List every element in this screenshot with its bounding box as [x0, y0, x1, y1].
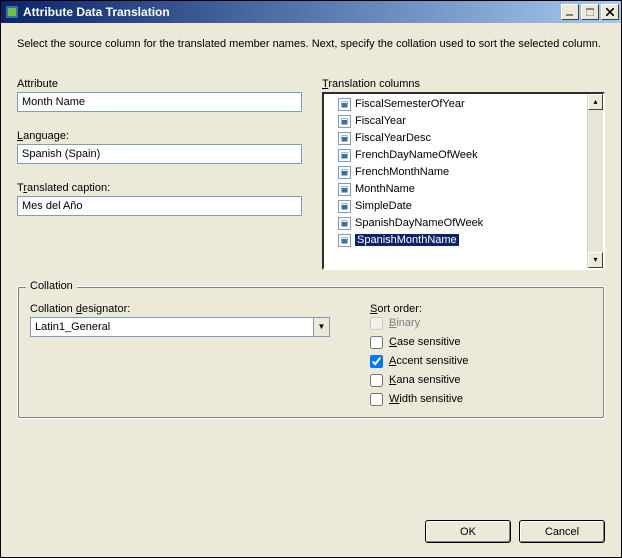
collation-group: Collation Collation designator: ▼ Sort o…: [17, 286, 605, 419]
column-icon: [338, 149, 351, 162]
ok-button[interactable]: OK: [425, 520, 511, 543]
column-icon: [338, 183, 351, 196]
left-column: Attribute Language: Translated caption:: [17, 78, 302, 270]
collation-legend: Collation: [26, 280, 77, 292]
collation-designator-label: Collation designator:: [30, 303, 330, 315]
binary-label: Binary: [389, 317, 420, 329]
accent-sensitive-checkbox[interactable]: Accent sensitive: [370, 355, 469, 368]
list-item[interactable]: SpanishMonthName: [324, 232, 587, 249]
case-sensitive-label: Case sensitive: [389, 336, 461, 348]
kana-sensitive-checkbox[interactable]: Kana sensitive: [370, 374, 469, 387]
collation-designator-combo[interactable]: ▼: [30, 317, 330, 337]
column-icon: [338, 217, 351, 230]
kana-sensitive-label: Kana sensitive: [389, 374, 461, 386]
list-item[interactable]: FiscalSemesterOfYear: [324, 96, 587, 113]
content-area: Select the source column for the transla…: [1, 23, 621, 508]
list-item[interactable]: FiscalYearDesc: [324, 130, 587, 147]
list-item[interactable]: MonthName: [324, 181, 587, 198]
maximize-button[interactable]: [581, 4, 599, 20]
binary-checkbox: Binary: [370, 317, 469, 330]
titlebar-buttons: [561, 4, 619, 20]
list-item-label: FrenchMonthName: [355, 166, 449, 178]
list-item-label: SpanishMonthName: [355, 234, 459, 246]
attribute-label: Attribute: [17, 78, 302, 90]
instruction-text: Select the source column for the transla…: [17, 37, 605, 52]
combo-dropdown-icon[interactable]: ▼: [313, 318, 329, 336]
minimize-button[interactable]: [561, 4, 579, 20]
translation-columns-list[interactable]: FiscalSemesterOfYear FiscalYear FiscalYear…: [322, 92, 605, 270]
dialog-window: Attribute Data Translation Select the so…: [0, 0, 622, 558]
list-scrollbar[interactable]: ▴ ▾: [587, 94, 603, 268]
sort-order-label: Sort order:: [370, 303, 469, 315]
list-item[interactable]: FrenchDayNameOfWeek: [324, 147, 587, 164]
list-item[interactable]: SpanishDayNameOfWeek: [324, 215, 587, 232]
list-item-label: MonthName: [355, 183, 415, 195]
right-column: Translation columns FiscalSemesterOfYear…: [322, 78, 605, 270]
accent-sensitive-input[interactable]: [370, 355, 383, 368]
main-columns: Attribute Language: Translated caption: …: [17, 78, 605, 270]
column-icon: [338, 132, 351, 145]
window-title: Attribute Data Translation: [23, 5, 561, 19]
cancel-button[interactable]: Cancel: [519, 520, 605, 543]
collation-designator-value[interactable]: [31, 318, 313, 336]
width-sensitive-label: Width sensitive: [389, 393, 463, 405]
kana-sensitive-input[interactable]: [370, 374, 383, 387]
width-sensitive-input[interactable]: [370, 393, 383, 406]
list-item[interactable]: SimpleDate: [324, 198, 587, 215]
column-icon: [338, 166, 351, 179]
list-item-label: FrenchDayNameOfWeek: [355, 149, 478, 161]
dialog-footer: OK Cancel: [1, 508, 621, 557]
column-icon: [338, 98, 351, 111]
column-icon: [338, 200, 351, 213]
case-sensitive-input[interactable]: [370, 336, 383, 349]
width-sensitive-checkbox[interactable]: Width sensitive: [370, 393, 469, 406]
attribute-field[interactable]: [17, 92, 302, 112]
list-item[interactable]: FrenchMonthName: [324, 164, 587, 181]
titlebar: Attribute Data Translation: [1, 1, 621, 23]
column-icon: [338, 115, 351, 128]
language-field[interactable]: [17, 144, 302, 164]
list-item[interactable]: FiscalYear: [324, 113, 587, 130]
scroll-down-icon[interactable]: ▾: [588, 252, 603, 268]
list-item-label: FiscalYearDesc: [355, 132, 431, 144]
language-label: Language:: [17, 130, 302, 142]
scroll-up-icon[interactable]: ▴: [588, 94, 603, 110]
column-icon: [338, 234, 351, 247]
list-item-label: FiscalYear: [355, 115, 406, 127]
list-item-label: SimpleDate: [355, 200, 412, 212]
translation-columns-label: Translation columns: [322, 78, 605, 90]
case-sensitive-checkbox[interactable]: Case sensitive: [370, 336, 469, 349]
list-item-label: FiscalSemesterOfYear: [355, 98, 465, 110]
accent-sensitive-label: Accent sensitive: [389, 355, 469, 367]
translated-caption-field[interactable]: [17, 196, 302, 216]
scroll-track[interactable]: [588, 110, 603, 252]
list-item-label: SpanishDayNameOfWeek: [355, 217, 483, 229]
app-icon: [5, 5, 19, 19]
binary-checkbox-input: [370, 317, 383, 330]
translated-caption-label: Translated caption:: [17, 182, 302, 194]
close-button[interactable]: [601, 4, 619, 20]
